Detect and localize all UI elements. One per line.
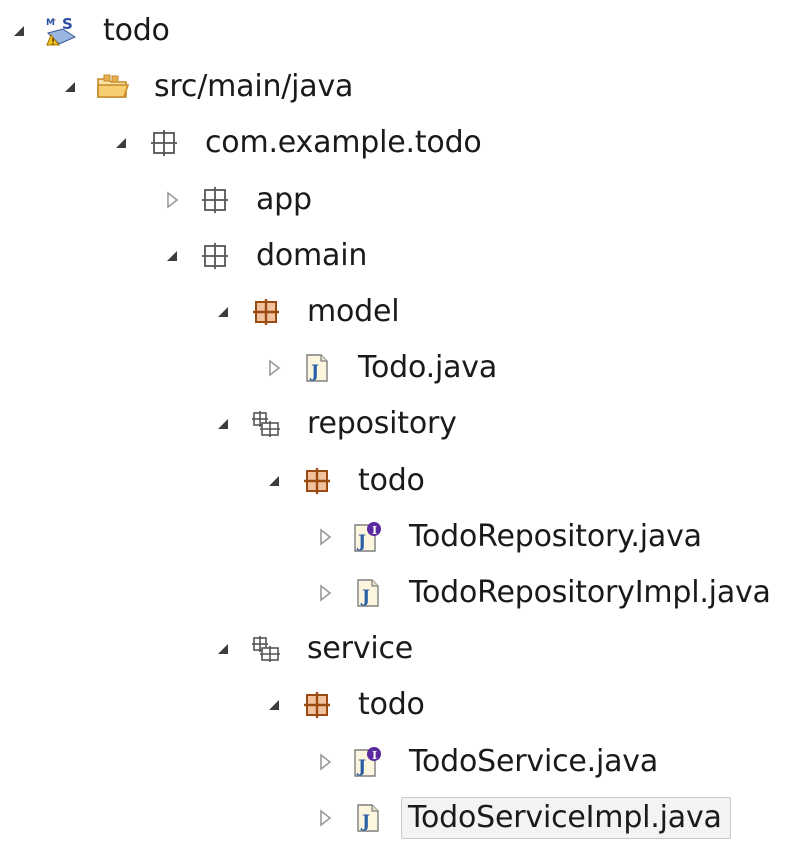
tree-item-label: TodoRepository.java: [409, 519, 702, 554]
expanded-arrow-icon[interactable]: [210, 636, 236, 662]
svg-text:I: I: [372, 524, 377, 537]
expanded-arrow-icon[interactable]: [261, 468, 287, 494]
tree-item-label: Todo.java: [358, 350, 498, 385]
tree-item-label: todo: [358, 687, 425, 722]
hierarchical-package-icon: [248, 633, 284, 665]
tree-item-todoservice-java[interactable]: J I TodoService.java: [0, 737, 800, 787]
java-interface-file-icon: J I: [350, 746, 386, 778]
tree-item-label: TodoService.java: [409, 744, 659, 779]
java-class-file-icon: J: [350, 802, 386, 834]
tree-item-todo[interactable]: todo: [0, 456, 800, 506]
hierarchical-package-icon: [248, 408, 284, 440]
tree-item-label: TodoServiceImpl.java: [401, 797, 731, 839]
tree-item-app[interactable]: app: [0, 175, 800, 225]
tree-item-label: todo: [103, 13, 170, 48]
tree-item-todo-java[interactable]: J Todo.java: [0, 343, 800, 393]
tree-item-src-main-java[interactable]: src/main/java: [0, 62, 800, 112]
tree-item-label: src/main/java: [154, 69, 354, 104]
svg-text:J: J: [309, 362, 319, 382]
package-icon: [146, 127, 182, 159]
svg-text:J: J: [360, 587, 370, 607]
svg-text:I: I: [372, 749, 377, 762]
tree-item-com-example-todo[interactable]: com.example.todo: [0, 118, 800, 168]
expanded-arrow-icon[interactable]: [159, 243, 185, 269]
source-folder-icon: [95, 71, 131, 103]
svg-text:J: J: [356, 757, 366, 777]
java-class-file-icon: J: [350, 577, 386, 609]
project-explorer-tree: M ' S todo src/main/java com.example.tod…: [0, 0, 800, 839]
collapsed-arrow-icon[interactable]: [312, 805, 338, 831]
expanded-arrow-icon[interactable]: [210, 411, 236, 437]
tree-item-label: service: [307, 631, 414, 666]
tree-item-todo[interactable]: M ' S todo: [0, 6, 800, 56]
svg-text:J: J: [356, 532, 366, 552]
java-class-file-icon: J: [299, 352, 335, 384]
tree-item-label: domain: [256, 238, 368, 273]
collapsed-arrow-icon[interactable]: [159, 187, 185, 213]
tree-item-model[interactable]: model: [0, 287, 800, 337]
collapsed-arrow-icon[interactable]: [261, 355, 287, 381]
package-icon: [197, 240, 233, 272]
svg-text:': ': [54, 18, 56, 26]
tree-item-repository[interactable]: repository: [0, 399, 800, 449]
tree-item-label: com.example.todo: [205, 125, 482, 160]
svg-text:J: J: [360, 812, 370, 832]
collapsed-arrow-icon[interactable]: [312, 580, 338, 606]
tree-item-todo[interactable]: todo: [0, 680, 800, 730]
brown-package-icon: [299, 689, 335, 721]
collapsed-arrow-icon[interactable]: [312, 524, 338, 550]
tree-item-domain[interactable]: domain: [0, 231, 800, 281]
brown-package-icon: [248, 296, 284, 328]
expanded-arrow-icon[interactable]: [210, 299, 236, 325]
package-icon: [197, 184, 233, 216]
expanded-arrow-icon[interactable]: [108, 130, 134, 156]
tree-item-label: model: [307, 294, 400, 329]
tree-item-todorepositoryimpl-java[interactable]: J TodoRepositoryImpl.java: [0, 568, 800, 618]
tree-item-todoserviceimpl-java[interactable]: J TodoServiceImpl.java: [0, 793, 800, 843]
expanded-arrow-icon[interactable]: [261, 692, 287, 718]
tree-item-label: todo: [358, 463, 425, 498]
expanded-arrow-icon[interactable]: [6, 18, 32, 44]
brown-package-icon: [299, 465, 335, 497]
java-interface-file-icon: J I: [350, 521, 386, 553]
collapsed-arrow-icon[interactable]: [312, 749, 338, 775]
tree-item-label: repository: [307, 406, 457, 441]
tree-item-service[interactable]: service: [0, 624, 800, 674]
tree-item-label: TodoRepositoryImpl.java: [409, 575, 771, 610]
tree-item-label: app: [256, 182, 312, 217]
expanded-arrow-icon[interactable]: [57, 74, 83, 100]
tree-item-todorepository-java[interactable]: J I TodoRepository.java: [0, 512, 800, 562]
maven-spring-project-icon: M ' S: [44, 15, 80, 47]
